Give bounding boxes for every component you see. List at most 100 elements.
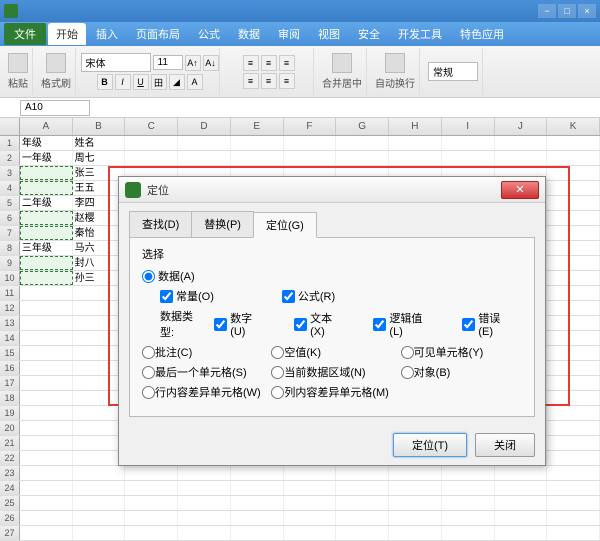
column-header[interactable]: C xyxy=(125,118,178,135)
cell[interactable] xyxy=(547,211,600,225)
underline-button[interactable]: U xyxy=(133,74,149,90)
name-box-input[interactable] xyxy=(20,100,90,116)
cell[interactable] xyxy=(20,391,73,405)
align-left-button[interactable]: ≡ xyxy=(243,73,259,89)
opt-row-diff[interactable]: 行内容差异单元格(W) xyxy=(142,384,263,400)
row-header[interactable]: 4 xyxy=(0,181,20,195)
cell[interactable] xyxy=(495,511,548,525)
font-size-select[interactable]: 11 xyxy=(153,55,183,70)
row-header[interactable]: 24 xyxy=(0,481,20,495)
cell[interactable] xyxy=(547,421,600,435)
cell[interactable] xyxy=(547,526,600,540)
align-center-button[interactable]: ≡ xyxy=(261,73,277,89)
font-color-button[interactable]: A xyxy=(187,74,203,90)
column-header[interactable]: J xyxy=(495,118,548,135)
opt-visible[interactable]: 可见单元格(Y) xyxy=(401,344,522,360)
cell[interactable] xyxy=(547,136,600,150)
cell[interactable] xyxy=(442,136,495,150)
cell[interactable] xyxy=(442,511,495,525)
ribbon-tab-9[interactable]: 特色应用 xyxy=(452,23,512,45)
border-button[interactable]: 田 xyxy=(151,74,167,90)
cell[interactable] xyxy=(495,496,548,510)
column-header[interactable]: B xyxy=(73,118,126,135)
cell[interactable] xyxy=(547,391,600,405)
cell[interactable] xyxy=(389,511,442,525)
cell[interactable] xyxy=(284,526,337,540)
cell[interactable] xyxy=(231,481,284,495)
cell[interactable] xyxy=(20,211,73,225)
opt-blank[interactable]: 空值(K) xyxy=(271,344,392,360)
row-header[interactable]: 2 xyxy=(0,151,20,165)
row-header[interactable]: 20 xyxy=(0,421,20,435)
cell[interactable] xyxy=(495,526,548,540)
cell[interactable] xyxy=(20,466,73,480)
row-header[interactable]: 26 xyxy=(0,511,20,525)
wrap-icon[interactable] xyxy=(385,53,405,73)
opt-current-region[interactable]: 当前数据区域(N) xyxy=(271,364,392,380)
cell[interactable] xyxy=(20,451,73,465)
column-header[interactable]: G xyxy=(336,118,389,135)
increase-font-button[interactable]: A↑ xyxy=(185,55,201,71)
cell[interactable] xyxy=(125,151,178,165)
column-header[interactable]: I xyxy=(442,118,495,135)
cell[interactable] xyxy=(231,151,284,165)
row-header[interactable]: 10 xyxy=(0,271,20,285)
cell[interactable] xyxy=(442,151,495,165)
tab-goto[interactable]: 定位(G) xyxy=(253,212,317,238)
cell[interactable] xyxy=(20,511,73,525)
row-header[interactable]: 17 xyxy=(0,376,20,390)
close-window-button[interactable]: × xyxy=(578,4,596,18)
cell[interactable]: 三年级 xyxy=(20,241,73,255)
cell[interactable]: 二年级 xyxy=(20,196,73,210)
cell[interactable] xyxy=(336,481,389,495)
cell[interactable] xyxy=(73,466,126,480)
cell[interactable] xyxy=(20,526,73,540)
ribbon-tab-1[interactable]: 插入 xyxy=(88,23,126,45)
cell[interactable] xyxy=(284,496,337,510)
cell[interactable] xyxy=(547,241,600,255)
merge-icon[interactable] xyxy=(332,53,352,73)
cell[interactable] xyxy=(547,361,600,375)
ribbon-tab-6[interactable]: 视图 xyxy=(310,23,348,45)
opt-error[interactable]: 错误(E) xyxy=(462,310,514,338)
cell[interactable] xyxy=(547,196,600,210)
ribbon-tab-3[interactable]: 公式 xyxy=(190,23,228,45)
cell[interactable] xyxy=(547,181,600,195)
close-button[interactable]: 关闭 xyxy=(475,433,535,457)
cell[interactable] xyxy=(336,466,389,480)
font-name-select[interactable]: 宋体 xyxy=(81,53,151,72)
align-middle-button[interactable]: ≡ xyxy=(261,55,277,71)
maximize-button[interactable]: □ xyxy=(558,4,576,18)
cell[interactable] xyxy=(20,346,73,360)
row-header[interactable]: 15 xyxy=(0,346,20,360)
cell[interactable] xyxy=(178,496,231,510)
cell[interactable] xyxy=(336,526,389,540)
cell[interactable] xyxy=(20,376,73,390)
cell[interactable] xyxy=(547,466,600,480)
dialog-close-button[interactable]: ✕ xyxy=(501,181,539,199)
cell[interactable] xyxy=(284,466,337,480)
cell[interactable] xyxy=(20,481,73,495)
cell[interactable] xyxy=(20,286,73,300)
cell[interactable] xyxy=(547,301,600,315)
cell[interactable] xyxy=(20,316,73,330)
decrease-font-button[interactable]: A↓ xyxy=(203,55,219,71)
cell[interactable] xyxy=(495,466,548,480)
cell[interactable] xyxy=(20,271,73,285)
cell[interactable] xyxy=(178,466,231,480)
row-header[interactable]: 14 xyxy=(0,331,20,345)
row-header[interactable]: 11 xyxy=(0,286,20,300)
row-header[interactable]: 16 xyxy=(0,361,20,375)
cell[interactable] xyxy=(125,481,178,495)
cell[interactable] xyxy=(547,331,600,345)
ok-button[interactable]: 定位(T) xyxy=(393,433,467,457)
cell[interactable] xyxy=(125,466,178,480)
cell[interactable] xyxy=(547,286,600,300)
tab-replace[interactable]: 替换(P) xyxy=(191,211,254,237)
cell[interactable] xyxy=(73,496,126,510)
cell[interactable] xyxy=(178,511,231,525)
cell[interactable] xyxy=(231,526,284,540)
cell[interactable] xyxy=(20,226,73,240)
cell[interactable] xyxy=(495,481,548,495)
cell[interactable] xyxy=(20,496,73,510)
